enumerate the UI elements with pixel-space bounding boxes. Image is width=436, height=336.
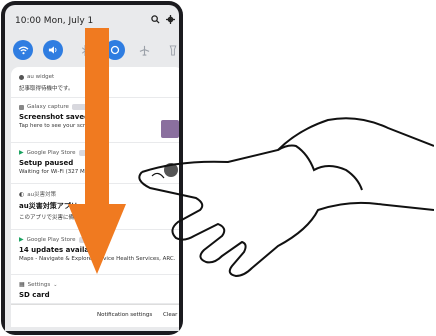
notification-title: SD card xyxy=(19,291,50,299)
gear-icon[interactable] xyxy=(166,15,175,27)
notification-footer: Notification settings Clear xyxy=(11,304,179,327)
image-icon xyxy=(19,104,24,110)
airplane-icon[interactable] xyxy=(134,40,154,60)
chevron-down-icon[interactable]: ⌄ xyxy=(53,282,57,288)
play-store-icon: ▶ xyxy=(19,149,24,156)
sound-icon[interactable] xyxy=(43,40,63,60)
notification-app-name: au災害対策 xyxy=(27,192,57,198)
settings-icon: ▦ xyxy=(19,281,25,288)
play-store-icon: ▶ xyxy=(19,236,24,243)
status-time-date: 10:00 Mon, July 1 xyxy=(15,16,94,26)
notification-settings-button[interactable]: Notification settings xyxy=(97,312,152,318)
notification-app-name: au widget xyxy=(27,74,55,80)
wifi-icon[interactable] xyxy=(13,40,33,60)
notification-app-name: Galaxy capture xyxy=(27,104,69,110)
clear-button[interactable]: Clear xyxy=(163,312,177,318)
au-disaster-icon: ◐ xyxy=(19,190,25,198)
au-widget-icon xyxy=(19,74,24,80)
hand-illustration-icon xyxy=(138,117,434,277)
notification-app-name: Settings xyxy=(27,281,51,288)
flashlight-icon[interactable] xyxy=(163,40,179,60)
search-icon[interactable] xyxy=(151,15,160,27)
